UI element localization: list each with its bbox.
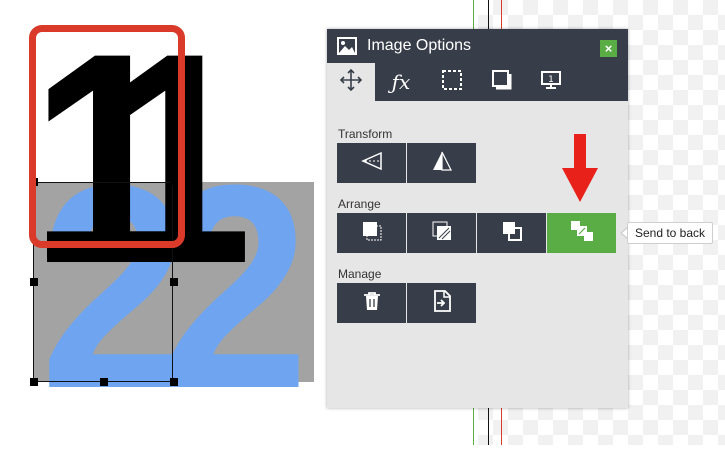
arrange-section-label: Arrange <box>338 197 381 211</box>
move-icon <box>339 68 363 97</box>
transform-section-label: Transform <box>338 127 393 141</box>
resize-handle-bm[interactable] <box>100 378 108 386</box>
resize-handle-bl[interactable] <box>30 378 38 386</box>
replace-image-button[interactable] <box>407 283 476 323</box>
monitor-icon: 1 <box>540 69 562 96</box>
close-button[interactable]: × <box>600 40 617 57</box>
panel-title: Image Options <box>367 37 472 54</box>
shadow-icon <box>491 69 513 96</box>
bring-to-front-button[interactable] <box>337 213 406 253</box>
fx-icon: ƒx <box>391 70 411 94</box>
send-to-back-button[interactable] <box>547 213 616 253</box>
send-backward-icon <box>501 220 523 247</box>
trash-icon <box>363 291 381 316</box>
flip-vertical-button[interactable] <box>407 143 476 183</box>
bring-forward-icon <box>431 220 453 247</box>
bring-to-front-icon <box>361 220 383 247</box>
svg-text:1: 1 <box>548 75 554 85</box>
panel-header: Image Options × <box>327 29 628 63</box>
bring-forward-button[interactable] <box>407 213 476 253</box>
image-options-panel: Image Options × ƒx 1 Transform Arrange M… <box>327 29 628 408</box>
resize-handle-br[interactable] <box>170 378 178 386</box>
flip-horizontal-icon <box>360 151 383 176</box>
tab-crop[interactable] <box>428 63 476 101</box>
flip-horizontal-button[interactable] <box>337 143 406 183</box>
delete-button[interactable] <box>337 283 406 323</box>
flip-vertical-icon <box>431 151 453 176</box>
send-backward-button[interactable] <box>477 213 546 253</box>
resize-handle-mr[interactable] <box>170 278 178 286</box>
tab-bar: ƒx 1 <box>327 63 628 101</box>
tab-effects[interactable]: ƒx <box>377 63 425 101</box>
replace-image-icon <box>432 289 452 317</box>
tab-move[interactable] <box>327 63 375 101</box>
manage-section-label: Manage <box>338 267 382 281</box>
tab-display[interactable]: 1 <box>527 63 575 101</box>
resize-handle-ml[interactable] <box>30 278 38 286</box>
send-to-back-icon <box>569 219 595 248</box>
crop-select-icon <box>441 69 463 96</box>
highlight-annotation <box>29 25 185 248</box>
tab-shadow[interactable] <box>478 63 526 101</box>
image-icon <box>337 37 357 60</box>
arrow-down-icon <box>562 134 598 207</box>
send-to-back-tooltip: Send to back <box>627 222 713 244</box>
